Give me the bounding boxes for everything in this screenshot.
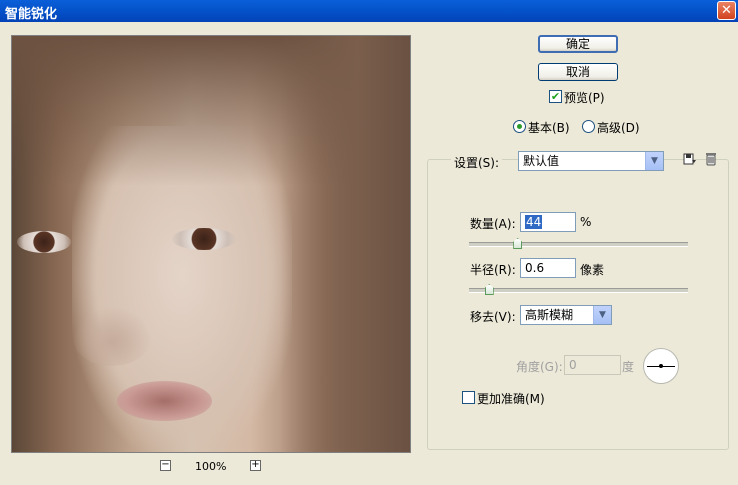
advanced-mode-radio[interactable] [582,120,595,133]
preview-checkbox[interactable]: ✔ [549,90,562,103]
preview-nose [72,306,152,366]
settings-label: 设置(S): [451,154,503,171]
angle-dial-center [659,364,663,368]
preview-hair-right [280,36,410,452]
preview-eye-right [172,228,236,250]
angle-unit: 度 [622,360,635,374]
settings-select[interactable]: 默认值 ▼ [518,151,664,171]
chevron-down-icon: ▼ [645,152,663,170]
chevron-down-icon: ▼ [593,306,611,324]
amount-value: 44 [525,215,543,229]
settings-select-value: 默认值 [523,154,560,168]
radius-slider-track[interactable] [469,288,688,293]
zoom-level: 100% [195,460,227,473]
advanced-mode-label: 高级(D) [597,121,640,135]
preview-image[interactable] [11,35,411,453]
close-icon: ✕ [721,3,732,18]
title-bar: 智能锐化 ✕ [0,0,738,22]
save-icon[interactable] [683,152,697,166]
remove-select[interactable]: 高斯模糊 ▼ [520,305,612,325]
remove-label: 移去(V): [470,310,516,324]
preview-checkbox-label: 预览(P) [564,91,605,105]
zoom-out-button[interactable]: − [160,460,171,471]
minus-icon: − [161,459,170,470]
amount-unit: % [580,215,592,229]
amount-label: 数量(A): [470,217,516,231]
radius-input[interactable]: 0.6 [520,258,576,278]
angle-value: 0 [569,358,577,372]
radius-value: 0.6 [525,261,545,275]
more-accurate-checkbox[interactable] [462,391,475,404]
angle-dial [643,348,679,384]
ok-button[interactable]: 确定 [538,35,618,53]
angle-label: 角度(G): [516,360,563,374]
zoom-in-button[interactable]: + [250,460,261,471]
angle-input: 0 [564,355,621,375]
cancel-button[interactable]: 取消 [538,63,618,81]
preview-eye-left [17,231,71,253]
basic-mode-radio[interactable] [513,120,526,133]
amount-input[interactable]: 44 [520,212,576,232]
amount-slider-track[interactable] [469,242,688,247]
basic-mode-label: 基本(B) [528,121,570,135]
window-title: 智能锐化 [5,7,58,22]
trash-icon[interactable] [704,152,718,166]
close-button[interactable]: ✕ [717,1,736,20]
plus-icon: + [251,459,260,470]
radius-unit: 像素 [580,263,605,277]
more-accurate-label: 更加准确(M) [477,392,545,406]
preview-lips [117,381,212,421]
radius-label: 半径(R): [470,263,516,277]
remove-select-value: 高斯模糊 [525,308,574,322]
